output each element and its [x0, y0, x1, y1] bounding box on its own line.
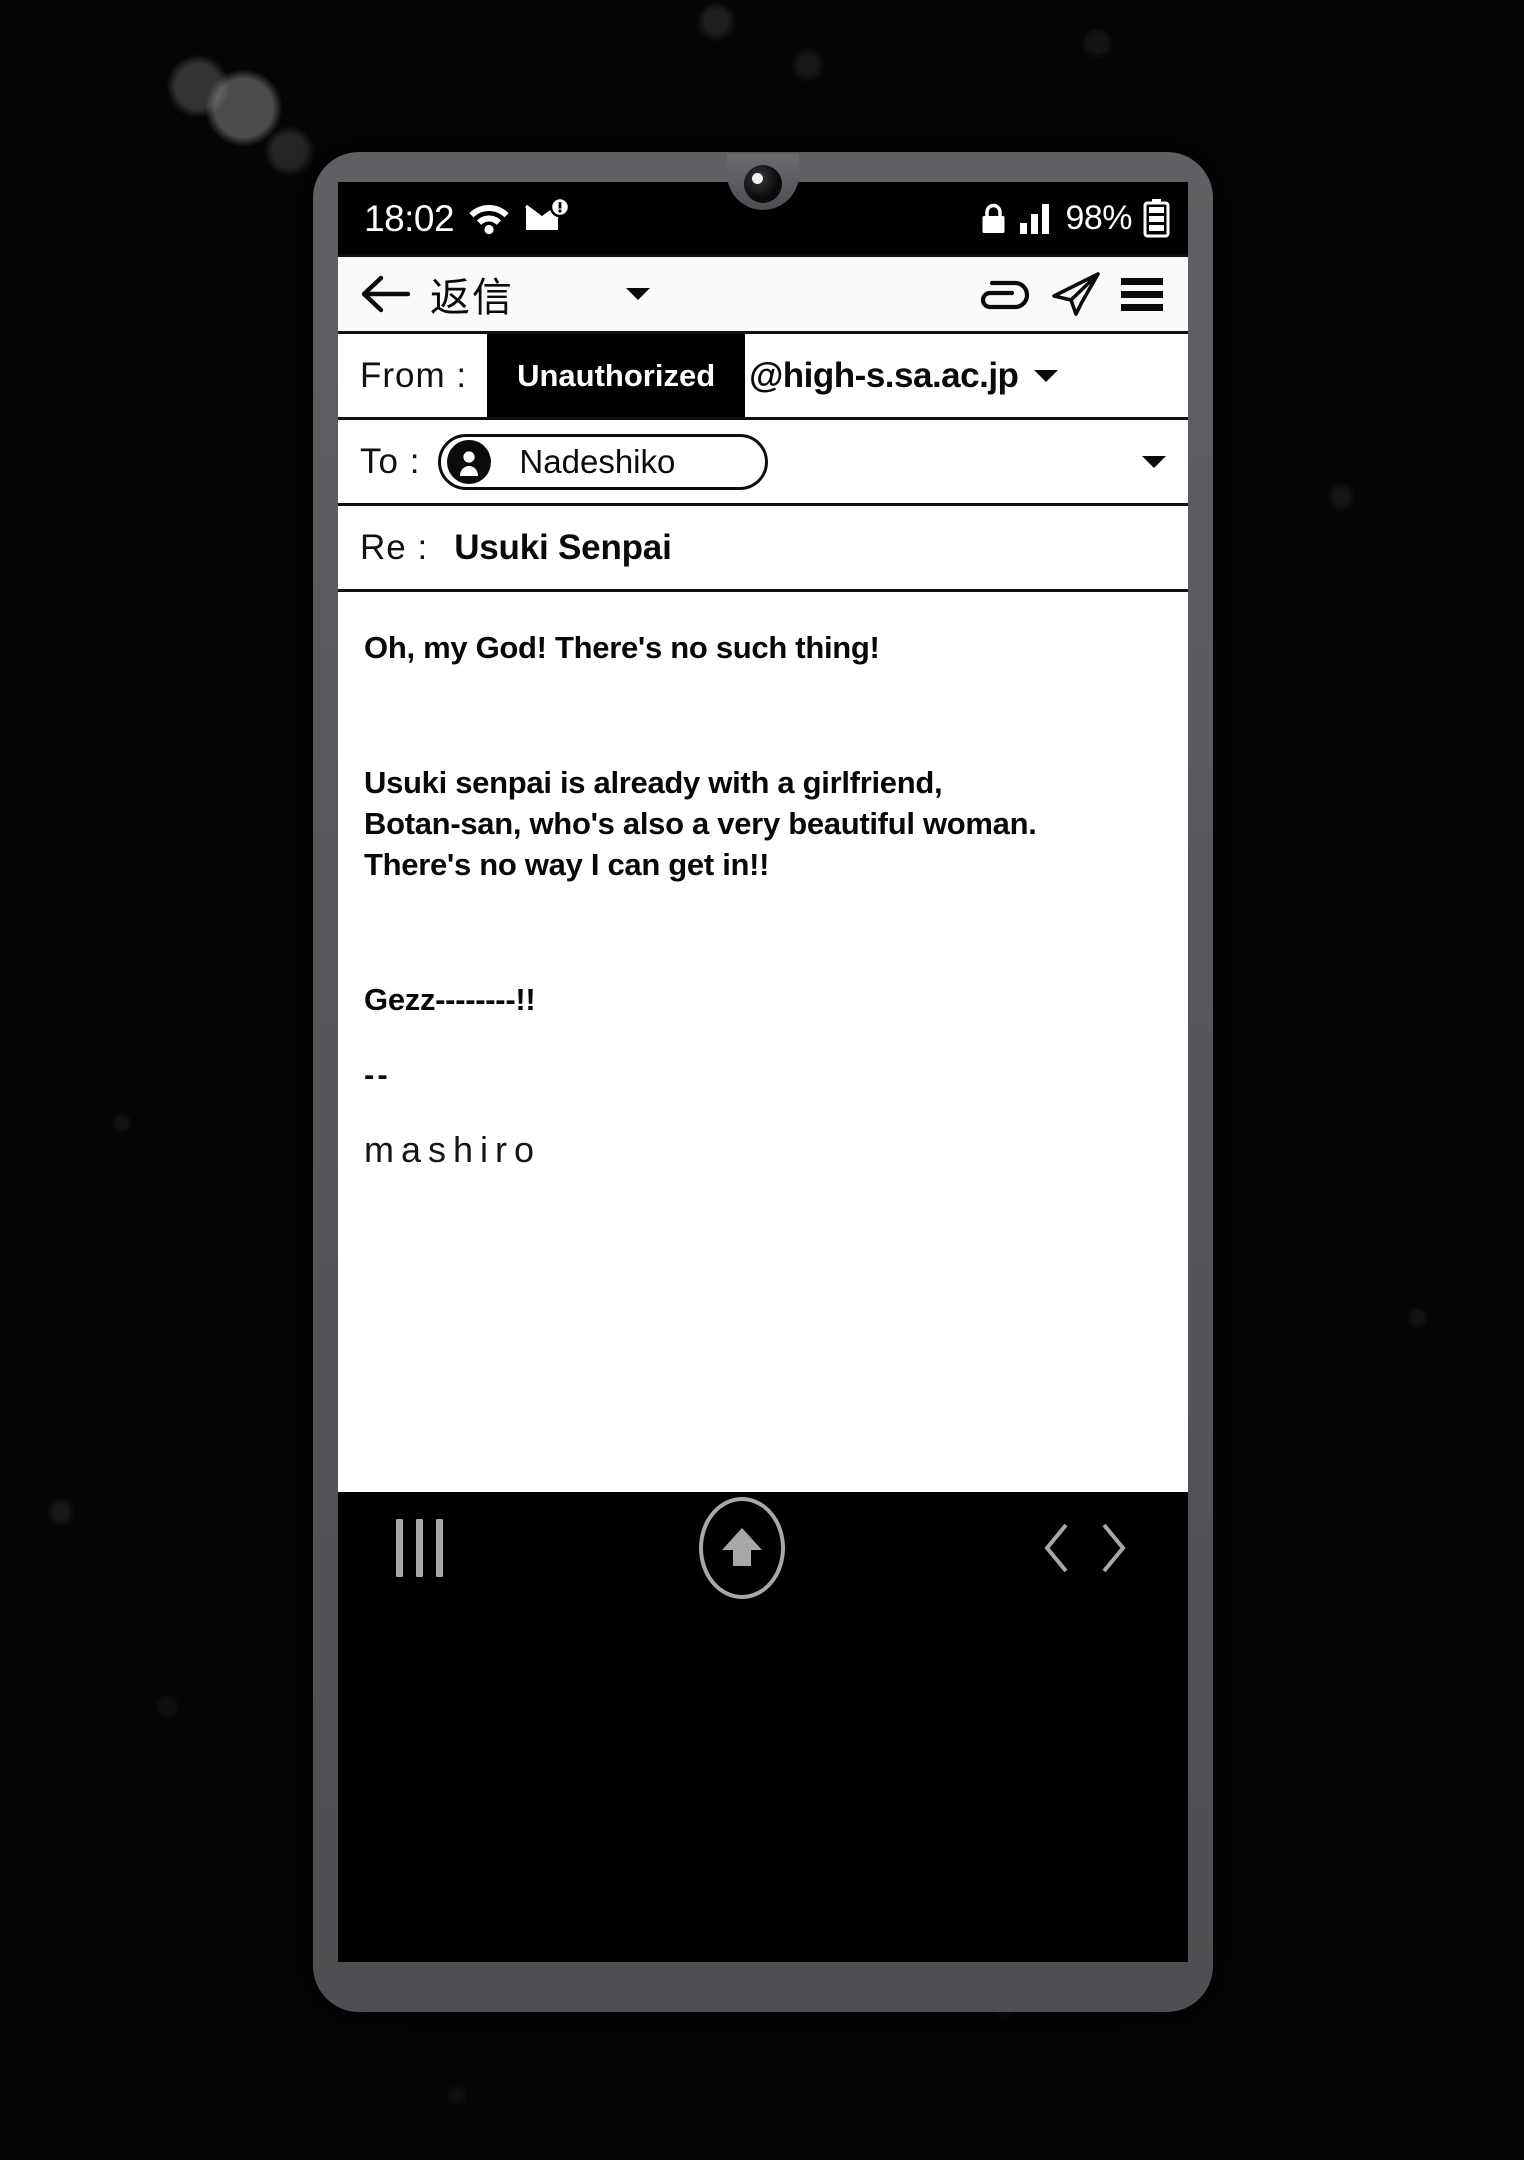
- toolbar-dropdown-icon[interactable]: [624, 285, 652, 303]
- wifi-icon: [468, 201, 510, 235]
- status-bar-right: 98%: [980, 198, 1170, 238]
- person-avatar-icon: [447, 439, 492, 484]
- body-spacer-3: [364, 1021, 1162, 1057]
- from-domain-label: @high-s.sa.ac.jp: [749, 355, 1019, 395]
- recipient-chip[interactable]: Nadeshiko: [438, 433, 769, 490]
- body-paragraph-1: Oh, my God! There's no such thing!: [364, 630, 880, 665]
- subject-field-row[interactable]: Re : Usuki Senpai: [338, 506, 1188, 592]
- body-paragraph-2: Usuki senpai is already with a girlfrien…: [364, 764, 1037, 882]
- to-label: To :: [360, 441, 421, 481]
- back-arrow-icon[interactable]: [360, 273, 412, 315]
- from-domain-wrap: @high-s.sa.ac.jp: [745, 334, 1188, 417]
- battery-percent-label: 98%: [1065, 198, 1132, 237]
- phone-device-frame: 18:02 98% 返信 From: Unauthorized @high-s…: [313, 152, 1213, 2012]
- app-toolbar: 返信: [338, 254, 1188, 334]
- to-dropdown-icon[interactable]: [1140, 453, 1168, 471]
- body-paragraph-3: Gezz--------!!: [364, 981, 536, 1017]
- recents-bar: [416, 1519, 423, 1577]
- hamburger-menu-icon[interactable]: [1118, 273, 1166, 315]
- lock-icon: [980, 201, 1007, 235]
- toolbar-title: 返信: [430, 276, 514, 320]
- chevron-left-icon[interactable]: [1040, 1521, 1074, 1575]
- home-up-arrow-icon[interactable]: [698, 1497, 785, 1599]
- body-spacer-4: [364, 1093, 1162, 1129]
- signature-separator: --: [364, 1056, 391, 1092]
- body-spacer-1: [364, 669, 1162, 763]
- toolbar-actions: [980, 270, 1170, 318]
- system-navigation-bar: [338, 1492, 1188, 1604]
- recents-bar: [436, 1519, 443, 1577]
- to-field-row[interactable]: To : Nadeshiko: [338, 420, 1188, 506]
- subject-label: Re :: [360, 527, 429, 567]
- phone-screen: 18:02 98% 返信 From: Unauthorized @high-s…: [338, 182, 1188, 1962]
- nav-arrows-group: [1040, 1521, 1130, 1575]
- camera-lens-icon: [744, 165, 782, 203]
- from-dropdown-icon[interactable]: [1032, 367, 1060, 385]
- mail-alert-icon: [524, 199, 571, 237]
- from-field-row[interactable]: From : Unauthorized @high-s.sa.ac.jp: [338, 334, 1188, 420]
- status-clock: 18:02: [364, 197, 455, 239]
- from-redacted-address: Unauthorized: [487, 334, 746, 417]
- send-paper-plane-icon[interactable]: [1050, 270, 1102, 318]
- recipient-name: Nadeshiko: [519, 442, 676, 480]
- chevron-right-icon[interactable]: [1096, 1521, 1130, 1575]
- signature-name: mashiro: [364, 1128, 542, 1170]
- battery-icon: [1143, 198, 1170, 238]
- attachment-icon[interactable]: [980, 271, 1034, 317]
- subject-value[interactable]: Usuki Senpai: [454, 528, 672, 568]
- body-spacer-2: [364, 886, 1162, 980]
- signal-bars-icon: [1018, 202, 1054, 234]
- recents-bars-icon[interactable]: [396, 1519, 443, 1577]
- from-label: From :: [360, 355, 468, 395]
- recents-bar: [396, 1519, 403, 1577]
- message-body-editor[interactable]: Oh, my God! There's no such thing! Usuki…: [338, 592, 1188, 1492]
- status-bar-left: 18:02: [364, 197, 571, 239]
